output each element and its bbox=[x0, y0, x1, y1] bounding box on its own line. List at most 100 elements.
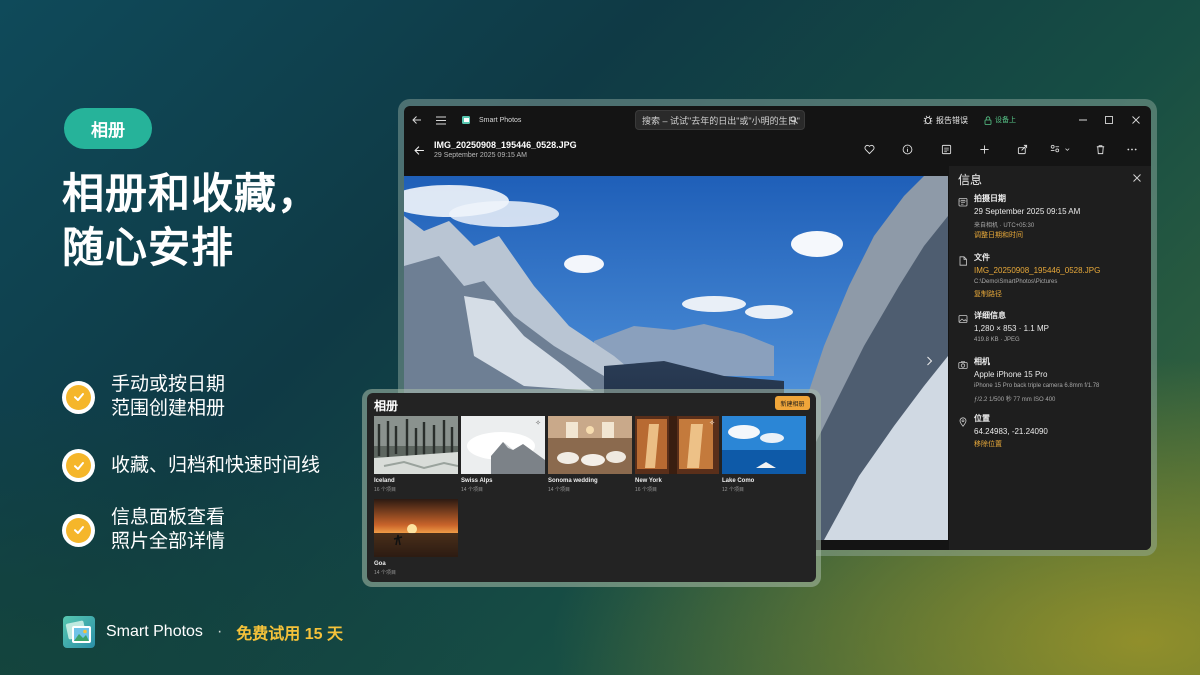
file-path: C:\Demo\SmartPhotos\Pictures bbox=[974, 279, 1058, 285]
app-logo-icon bbox=[63, 616, 95, 648]
album-card[interactable]: Goa 14 个项目 bbox=[374, 499, 458, 576]
date-source: 来自相机 · UTC+05:30 bbox=[974, 223, 1035, 229]
album-name: Goa bbox=[374, 561, 386, 567]
cover-sparkle-icon: ✧ bbox=[535, 420, 541, 427]
image-icon bbox=[958, 311, 968, 323]
lens-info: iPhone 15 Pro back triple camera 6.8mm f… bbox=[974, 383, 1100, 389]
album-name: Lake Como bbox=[722, 478, 755, 484]
feature-text-line: 范围创建相册 bbox=[111, 398, 226, 419]
exposure-info: ƒ/2.2 1/500 秒 77 mm ISO 400 bbox=[974, 397, 1056, 403]
feature-item: 收藏、归档和快速时间线 bbox=[62, 449, 320, 482]
feature-text-line: 手动或按日期 bbox=[111, 374, 226, 395]
feature-item: 手动或按日期 范围创建相册 bbox=[62, 373, 225, 421]
album-count: 16 个项目 bbox=[374, 487, 396, 493]
check-icon bbox=[62, 380, 95, 414]
coordinates-value: 64.24983, -21.24090 bbox=[974, 427, 1048, 436]
feature-text-line: 收藏、归档和快速时间线 bbox=[111, 454, 321, 476]
album-count: 14 个项目 bbox=[461, 487, 483, 493]
title-bar: Smart Photos 搜索 – 试试"去年的日出"或"小明的生日" 报告错误… bbox=[404, 106, 1151, 134]
file-size-value: 419.8 KB · JPEG bbox=[974, 337, 1020, 343]
share-icon[interactable] bbox=[1017, 142, 1033, 158]
headline-line-2: 随心安排 bbox=[62, 224, 235, 271]
calendar-icon bbox=[958, 194, 968, 207]
album-thumbnail bbox=[374, 416, 458, 474]
album-name: Iceland bbox=[374, 478, 395, 484]
resolution-value: 1,280 × 853 · 1.1 MP bbox=[974, 324, 1049, 333]
more-options-icon[interactable] bbox=[1126, 142, 1142, 158]
check-icon bbox=[62, 449, 95, 482]
location-pin-icon bbox=[958, 414, 968, 427]
add-icon[interactable] bbox=[979, 142, 995, 158]
album-name: Sonoma wedding bbox=[548, 478, 598, 484]
file-name-link[interactable]: IMG_20250908_195446_0528.JPG bbox=[974, 266, 1100, 275]
remove-location-link[interactable]: 移除位置 bbox=[974, 439, 1002, 449]
new-album-button[interactable]: 新建相册 bbox=[775, 396, 810, 410]
headline: 相册和收藏， 随心安排 bbox=[62, 167, 320, 275]
details-panel-icon[interactable] bbox=[941, 142, 957, 158]
bug-icon[interactable] bbox=[923, 106, 933, 134]
album-name: Swiss Alps bbox=[461, 478, 493, 484]
back-arrow-icon[interactable] bbox=[412, 106, 422, 134]
section-heading: 文件 bbox=[974, 253, 990, 262]
album-thumbnail: ✧ bbox=[461, 416, 545, 474]
report-bug-button[interactable]: 报告错误 bbox=[936, 106, 968, 134]
on-device-status: 设备上 bbox=[995, 117, 1016, 124]
album-thumbnail bbox=[548, 416, 632, 474]
section-heading: 详细信息 bbox=[974, 311, 1006, 320]
adjust-date-link[interactable]: 调整日期和时间 bbox=[974, 230, 1023, 240]
close-panel-icon[interactable] bbox=[1133, 171, 1141, 185]
album-card[interactable]: Iceland 16 个项目 bbox=[374, 416, 458, 493]
album-card[interactable]: ✧ Swiss Alps 14 个项目 bbox=[461, 416, 545, 493]
footer-brand: Smart Photos · 免费试用 15 天 bbox=[63, 616, 343, 648]
search-placeholder: 搜索 – 试试"去年的日出"或"小明的生日" bbox=[642, 115, 800, 126]
album-thumbnail bbox=[374, 499, 458, 557]
category-tag: 相册 bbox=[64, 108, 152, 149]
edit-options-icon[interactable] bbox=[1049, 142, 1073, 158]
hamburger-menu-icon[interactable] bbox=[436, 106, 446, 134]
info-panel-title: 信息 bbox=[958, 173, 983, 187]
album-card[interactable]: Lake Como 12 个项目 bbox=[722, 416, 806, 493]
file-icon bbox=[958, 253, 968, 266]
file-date: 29 September 2025 09:15 AM bbox=[434, 152, 528, 159]
minimize-icon[interactable] bbox=[1079, 106, 1087, 134]
trial-offer: 免费试用 15 天 bbox=[236, 626, 343, 643]
trash-icon[interactable] bbox=[1095, 142, 1111, 158]
separator-dot: · bbox=[216, 623, 223, 640]
copy-path-link[interactable]: 复制路径 bbox=[974, 289, 1002, 299]
albums-title: 相册 bbox=[374, 399, 399, 413]
section-heading: 相机 bbox=[974, 357, 990, 366]
section-heading: 位置 bbox=[974, 414, 990, 423]
camera-model: Apple iPhone 15 Pro bbox=[974, 370, 1048, 379]
info-panel: 信息 拍摄日期 29 September 2025 09:15 AM 来自相机 … bbox=[949, 166, 1151, 550]
album-count: 12 个项目 bbox=[722, 487, 744, 493]
maximize-icon[interactable] bbox=[1105, 106, 1113, 134]
feature-text-line: 照片全部详情 bbox=[111, 531, 226, 552]
back-arrow-icon[interactable] bbox=[414, 143, 425, 161]
album-card[interactable]: ✧ New York 16 个项目 bbox=[635, 416, 719, 493]
file-name-title: IMG_20250908_195446_0528.JPG bbox=[434, 140, 577, 150]
album-thumbnail bbox=[722, 416, 806, 474]
feature-item: 信息面板查看 照片全部详情 bbox=[62, 506, 225, 554]
search-input[interactable]: 搜索 – 试试"去年的日出"或"小明的生日" bbox=[635, 110, 805, 130]
date-value: 29 September 2025 09:15 AM bbox=[974, 207, 1081, 216]
album-card[interactable]: Sonoma wedding 14 个项目 bbox=[548, 416, 632, 493]
app-small-icon bbox=[462, 106, 470, 134]
camera-icon bbox=[958, 357, 968, 369]
feature-text-line: 信息面板查看 bbox=[111, 507, 226, 528]
cover-sparkle-icon: ✧ bbox=[709, 420, 715, 427]
app-title: Smart Photos bbox=[479, 116, 522, 124]
info-icon[interactable] bbox=[902, 142, 918, 158]
headline-line-1: 相册和收藏， bbox=[62, 170, 321, 217]
close-window-icon[interactable] bbox=[1132, 106, 1140, 134]
check-icon bbox=[62, 513, 95, 547]
next-photo-chevron-icon[interactable] bbox=[926, 353, 933, 371]
search-icon[interactable] bbox=[790, 116, 798, 126]
heart-icon[interactable] bbox=[864, 142, 880, 158]
album-count: 14 个项目 bbox=[374, 570, 396, 576]
album-count: 14 个项目 bbox=[548, 487, 570, 493]
section-heading: 拍摄日期 bbox=[974, 194, 1006, 203]
album-count: 16 个项目 bbox=[635, 487, 657, 493]
albums-panel: 相册 新建相册 Iceland 16 个项目 ✧ Swiss Alps 14 个… bbox=[367, 393, 816, 582]
album-thumbnail: ✧ bbox=[635, 416, 719, 474]
album-name: New York bbox=[635, 478, 662, 484]
